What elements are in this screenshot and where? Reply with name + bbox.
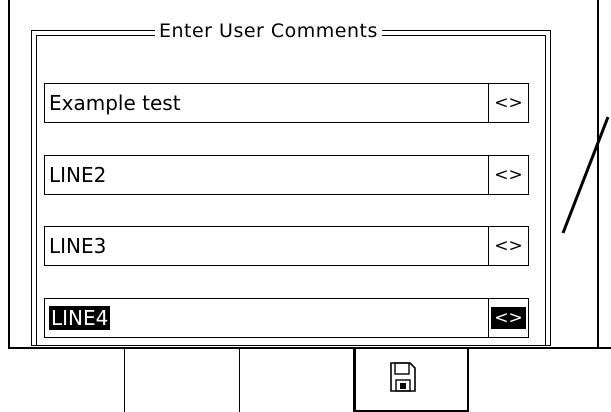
comment-line-3-field[interactable]: LINE3 <>: [44, 226, 529, 266]
toggle-label: <>: [494, 165, 523, 185]
comment-line-4-text: LINE4: [49, 306, 111, 330]
toggle-label: <>: [491, 307, 526, 329]
toggle-label: <>: [494, 93, 523, 113]
comment-line-2-toggle[interactable]: <>: [488, 156, 528, 194]
toggle-label: <>: [494, 236, 523, 256]
comment-line-2-field[interactable]: LINE2 <>: [44, 155, 529, 195]
dialog-title: Enter User Comments: [155, 18, 382, 44]
softkey-1[interactable]: [8, 349, 125, 412]
save-softkey[interactable]: [354, 349, 469, 412]
softkey-5[interactable]: [469, 349, 611, 412]
device-screen: Enter User Comments Example test <> LINE…: [0, 0, 611, 412]
background-diagonal-line: [561, 116, 610, 234]
comment-line-3-value[interactable]: LINE3: [49, 227, 106, 265]
comment-line-1-field[interactable]: Example test <>: [44, 83, 529, 123]
comment-line-3-toggle[interactable]: <>: [488, 227, 528, 265]
save-icon: [390, 362, 416, 392]
softkey-bar: [8, 347, 611, 412]
comment-line-1-value[interactable]: Example test: [49, 84, 181, 122]
comment-line-2-value[interactable]: LINE2: [49, 156, 106, 194]
comment-line-4-toggle[interactable]: <>: [488, 299, 528, 337]
comment-line-1-toggle[interactable]: <>: [488, 84, 528, 122]
softkey-2[interactable]: [125, 349, 240, 412]
comment-line-4-value[interactable]: LINE4: [49, 299, 111, 337]
softkey-3[interactable]: [240, 349, 354, 412]
comment-line-4-field[interactable]: LINE4 <>: [44, 298, 529, 338]
